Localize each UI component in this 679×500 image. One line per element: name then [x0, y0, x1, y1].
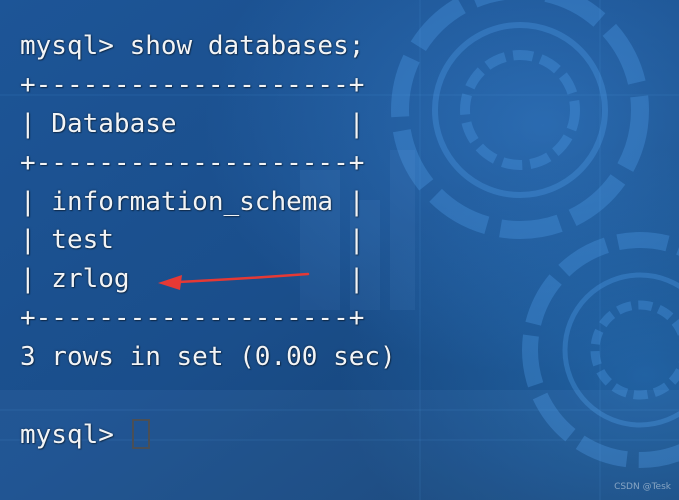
- table-border-mid: +--------------------+: [20, 147, 365, 178]
- text-cursor[interactable]: [131, 418, 150, 449]
- watermark: CSDN @Tesk: [614, 482, 671, 492]
- terminal-output: mysql> show databases; +-----------------…: [20, 27, 396, 455]
- prompt-line: mysql> show databases;: [20, 31, 365, 61]
- input-line[interactable]: mysql>: [20, 416, 396, 455]
- table-row: | information_schema |: [20, 186, 365, 217]
- table-border-top: +--------------------+: [20, 69, 365, 100]
- prompt: mysql>: [20, 419, 130, 450]
- result-summary: 3 rows in set (0.00 sec): [20, 342, 396, 373]
- table-row: | test |: [20, 225, 365, 256]
- table-row: | zrlog |: [20, 264, 365, 295]
- table-header: | Database |: [20, 108, 365, 139]
- table-border-bottom: +--------------------+: [20, 303, 365, 334]
